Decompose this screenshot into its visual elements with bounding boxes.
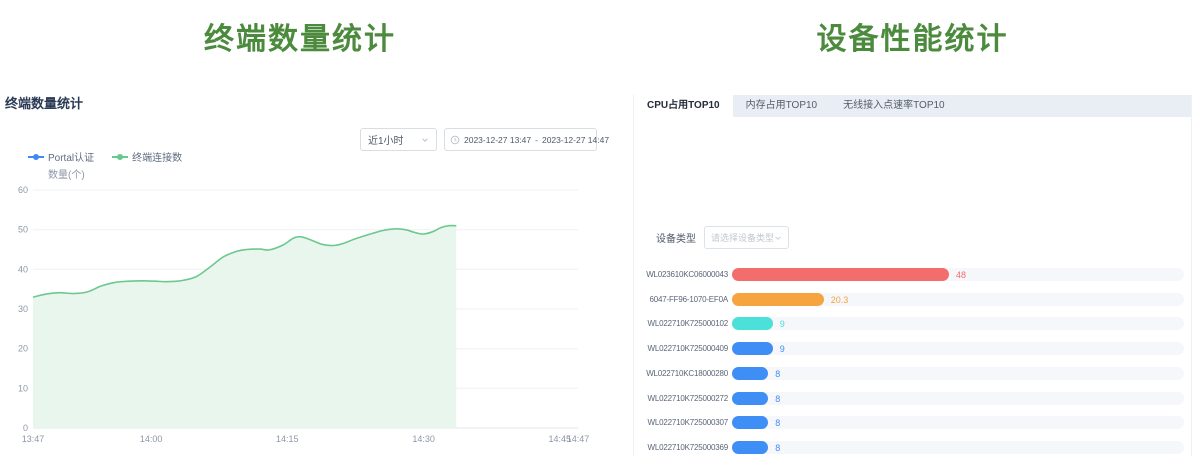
device-performance-panel: 设备性能统计 CPU占用TOP10内存占用TOP10无线接入点速率TOP10 设…	[633, 0, 1192, 456]
clock-icon	[450, 135, 460, 145]
bar-track	[732, 416, 1184, 429]
bar	[732, 441, 768, 454]
svg-text:60: 60	[18, 185, 28, 195]
bar	[732, 317, 773, 330]
bar-value-label: 8	[775, 418, 780, 428]
bar	[732, 293, 824, 306]
bar-track	[732, 441, 1184, 454]
bar-value-label: 9	[780, 319, 785, 329]
terminal-count-chart: 010203040506013:4714:0014:1514:3014:4514…	[0, 180, 600, 456]
bar-row: WL022710K725000409 9	[634, 342, 1184, 355]
date-range-start: 2023-12-27 13:47	[464, 135, 531, 145]
device-performance-card: CPU占用TOP10内存占用TOP10无线接入点速率TOP10 设备类型 请选择…	[633, 95, 1192, 456]
bar-track	[732, 392, 1184, 405]
bar-category-label: 6047-FF96-1070-EF0A	[634, 295, 728, 304]
svg-text:14:30: 14:30	[412, 434, 435, 444]
bar-value-label: 8	[775, 369, 780, 379]
chart-legend: Portal认证 终端连接数	[28, 149, 182, 164]
bar-category-label: WL022710K725000102	[634, 319, 728, 328]
bar	[732, 342, 773, 355]
svg-text:13:47: 13:47	[22, 434, 45, 444]
legend-label: 终端连接数	[132, 149, 182, 164]
legend-marker-icon	[112, 153, 128, 161]
bar-row: WL022710K725000307 8	[634, 416, 1184, 429]
time-range-select[interactable]: 近1小时	[360, 128, 437, 151]
bar	[732, 392, 768, 405]
svg-text:20: 20	[18, 344, 28, 354]
bar	[732, 416, 768, 429]
bar-category-label: WL022710K725000409	[634, 344, 728, 353]
svg-text:14:47: 14:47	[567, 434, 590, 444]
svg-text:10: 10	[18, 383, 28, 393]
time-controls: 近1小时 2023-12-27 13:47 - 2023-12-27 14:47	[360, 128, 597, 151]
svg-text:14:00: 14:00	[140, 434, 163, 444]
time-range-value: 近1小时	[368, 132, 404, 147]
bar-track	[732, 317, 1184, 330]
bar-category-label: WL022710K725000369	[634, 443, 728, 452]
dashboard: 终端数量统计 终端数量统计 近1小时 2023-12-27 13:47 - 20…	[0, 0, 1200, 456]
bar	[732, 367, 768, 380]
terminal-count-card-title: 终端数量统计	[5, 93, 83, 112]
bar-row: WL022710K725000272 8	[634, 392, 1184, 405]
bar-row: WL022710KC18000280 8	[634, 367, 1184, 380]
bar-row: WL022710K725000369 8	[634, 441, 1184, 454]
svg-text:0: 0	[23, 423, 28, 433]
bar-category-label: WL022710K725000307	[634, 418, 728, 427]
legend-item[interactable]: 终端连接数	[112, 149, 182, 164]
bar-category-label: WL023610KC06000043	[634, 270, 728, 279]
terminal-count-panel: 终端数量统计 终端数量统计 近1小时 2023-12-27 13:47 - 20…	[0, 0, 600, 456]
legend-marker-icon	[28, 153, 44, 161]
date-range-picker[interactable]: 2023-12-27 13:47 - 2023-12-27 14:47	[444, 128, 597, 151]
date-range-separator: -	[535, 135, 538, 145]
svg-text:14:15: 14:15	[276, 434, 299, 444]
legend-label: Portal认证	[48, 149, 94, 164]
bar-value-label: 9	[780, 344, 785, 354]
svg-text:30: 30	[18, 304, 28, 314]
terminal-count-title: 终端数量统计	[0, 14, 600, 58]
bar-value-label: 8	[775, 394, 780, 404]
svg-text:50: 50	[18, 225, 28, 235]
bar-row: WL022710K725000102 9	[634, 317, 1184, 330]
bar-row: 6047-FF96-1070-EF0A 20.3	[634, 293, 1184, 306]
y-axis-name: 数量(个)	[48, 166, 85, 181]
bar-value-label: 8	[775, 443, 780, 453]
svg-text:40: 40	[18, 264, 28, 274]
bar-value-label: 20.3	[831, 295, 849, 305]
bar	[732, 268, 949, 281]
device-performance-title: 设备性能统计	[633, 14, 1192, 58]
date-range-end: 2023-12-27 14:47	[542, 135, 609, 145]
bar-value-label: 48	[956, 270, 966, 280]
chevron-down-icon	[421, 136, 429, 144]
bar-track	[732, 342, 1184, 355]
bar-track	[732, 293, 1184, 306]
bar-category-label: WL022710KC18000280	[634, 369, 728, 378]
bar-category-label: WL022710K725000272	[634, 394, 728, 403]
legend-item[interactable]: Portal认证	[28, 149, 94, 164]
bar-row: WL023610KC06000043 48	[634, 268, 1184, 281]
bar-track	[732, 367, 1184, 380]
bar-chart-rows: WL023610KC06000043 48 6047-FF96-1070-EF0…	[634, 95, 1191, 456]
